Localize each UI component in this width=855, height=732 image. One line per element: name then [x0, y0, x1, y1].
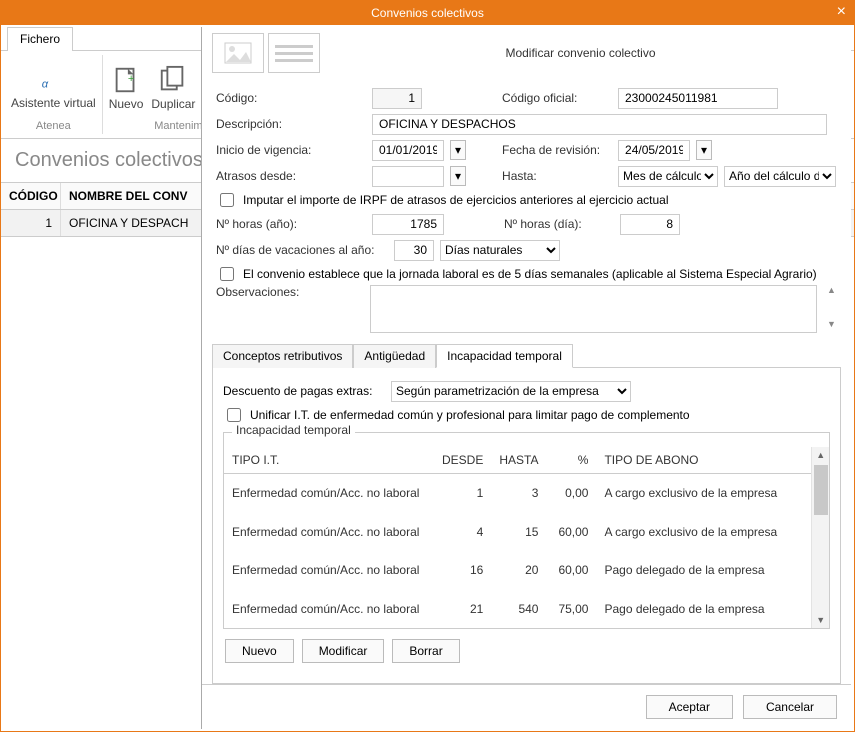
table-row[interactable]: Enfermedad común/Acc. no laboral2154075,… [224, 589, 811, 628]
unificar-label: Unificar I.T. de enfermedad común y prof… [250, 408, 690, 422]
col-codigo[interactable]: CÓDIGO [1, 183, 61, 209]
window-title: Convenios colectivos [371, 6, 484, 20]
duplicate-icon [158, 65, 188, 95]
obs-label: Observaciones: [216, 285, 364, 299]
unificar-checkbox[interactable] [227, 408, 241, 422]
tab-panel-incapacidad: Descuento de pagas extras: Según paramet… [212, 368, 841, 684]
jornada-checkbox[interactable] [220, 267, 234, 281]
scroll-thumb[interactable] [814, 465, 828, 515]
it-modify-button[interactable]: Modificar [302, 639, 385, 663]
it-new-button[interactable]: Nuevo [225, 639, 294, 663]
codigo-label: Código: [216, 91, 366, 105]
alpha-icon: α [38, 65, 68, 95]
nhdia-field[interactable] [620, 214, 680, 235]
it-groupbox-title: Incapacidad temporal [232, 423, 355, 437]
duplicate-button[interactable]: Duplicar [151, 65, 195, 111]
nhdia-label: Nº horas (día): [504, 217, 614, 231]
dpe-label: Descuento de pagas extras: [223, 384, 383, 398]
table-row[interactable]: Enfermedad común/Acc. no laboral130,00A … [224, 474, 811, 513]
it-delete-button[interactable]: Borrar [392, 639, 459, 663]
new-button[interactable]: + Nuevo [109, 65, 144, 111]
text-placeholder-icon[interactable] [268, 33, 320, 73]
col-pct[interactable]: % [546, 447, 596, 474]
nvac-tipo-select[interactable]: Días naturales [440, 240, 560, 261]
atrasos-label: Atrasos desde: [216, 169, 366, 183]
chevron-down-icon[interactable]: ▼ [827, 319, 837, 329]
atrasos-field[interactable] [372, 166, 444, 187]
hasta-label: Hasta: [502, 169, 612, 183]
it-table: TIPO I.T. DESDE HASTA % TIPO DE ABONO En… [224, 447, 811, 628]
hasta-mes-select[interactable]: Mes de cálculo [618, 166, 718, 187]
scroll-down-icon[interactable]: ▼ [813, 612, 829, 628]
iniciovig-label: Inicio de vigencia: [216, 143, 366, 157]
tab-incapacidad[interactable]: Incapacidad temporal [436, 344, 573, 368]
nvac-field[interactable] [394, 240, 434, 261]
chevron-up-icon[interactable]: ▲ [827, 285, 837, 295]
codof-label: Código oficial: [502, 91, 612, 105]
ribbon-group-label: Atenea [36, 120, 71, 134]
desc-field[interactable] [372, 114, 827, 135]
image-placeholder-icon[interactable] [212, 33, 264, 73]
modify-dialog: Modificar convenio colectivo Código: Cód… [201, 27, 851, 729]
jornada-label: El convenio establece que la jornada lab… [243, 267, 817, 281]
obs-textarea[interactable] [370, 285, 818, 333]
fecharev-dropdown[interactable]: ▾ [696, 140, 712, 160]
col-hasta[interactable]: HASTA [491, 447, 546, 474]
it-scrollbar[interactable]: ▲ ▼ [811, 447, 829, 628]
col-abono[interactable]: TIPO DE ABONO [596, 447, 811, 474]
desc-label: Descripción: [216, 117, 366, 131]
tab-conceptos[interactable]: Conceptos retributivos [212, 344, 353, 368]
nvac-label: Nº días de vacaciones al año: [216, 243, 388, 257]
tab-antiguedad[interactable]: Antigüedad [353, 344, 436, 368]
col-tipo[interactable]: TIPO I.T. [224, 447, 434, 474]
table-row[interactable]: Enfermedad común/Acc. no laboral41560,00… [224, 513, 811, 551]
nhano-label: Nº horas (año): [216, 217, 366, 231]
col-desde[interactable]: DESDE [434, 447, 491, 474]
svg-text:+: + [128, 72, 135, 84]
ribbon-group-label: Mantenim [154, 120, 202, 134]
dialog-title: Modificar convenio colectivo [320, 46, 841, 60]
fecharev-field[interactable] [618, 140, 690, 161]
fecharev-label: Fecha de revisión: [502, 143, 612, 157]
irpf-label: Imputar el importe de IRPF de atrasos de… [243, 193, 669, 207]
atrasos-dropdown[interactable]: ▾ [450, 166, 466, 186]
irpf-checkbox[interactable] [220, 193, 234, 207]
nhano-field[interactable] [372, 214, 444, 235]
iniciovig-dropdown[interactable]: ▾ [450, 140, 466, 160]
scroll-up-icon[interactable]: ▲ [813, 447, 829, 463]
svg-text:α: α [42, 78, 49, 90]
cancel-button[interactable]: Cancelar [743, 695, 837, 719]
codof-field[interactable] [618, 88, 778, 109]
new-doc-icon: + [111, 65, 141, 95]
assistant-button[interactable]: α Asistente virtual [11, 65, 96, 110]
table-row[interactable]: Enfermedad común/Acc. no laboral162060,0… [224, 551, 811, 589]
dpe-select[interactable]: Según parametrización de la empresa [391, 381, 631, 402]
codigo-field[interactable] [372, 88, 422, 109]
hasta-ano-select[interactable]: Año del cálculo d [724, 166, 836, 187]
close-icon[interactable]: × [837, 3, 846, 21]
accept-button[interactable]: Aceptar [646, 695, 733, 719]
titlebar: Convenios colectivos × [1, 1, 854, 25]
iniciovig-field[interactable] [372, 140, 444, 161]
tab-fichero[interactable]: Fichero [7, 27, 73, 51]
